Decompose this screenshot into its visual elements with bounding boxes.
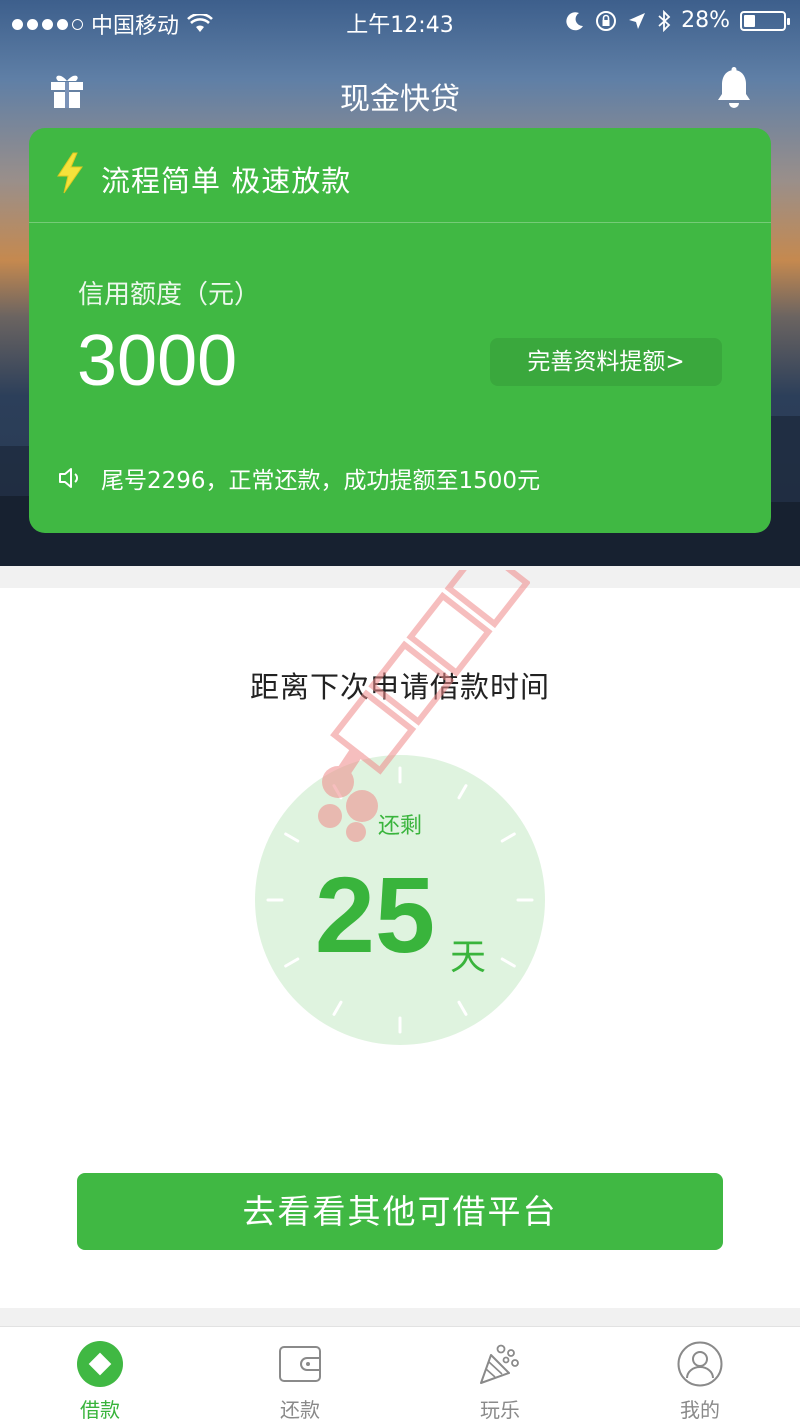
tabbar-divider: [0, 1308, 800, 1326]
tab-mine[interactable]: 我的: [600, 1327, 800, 1423]
lightning-icon: [57, 152, 83, 194]
nav-bar: 现金快贷: [0, 56, 800, 128]
rotation-lock-icon: [596, 10, 617, 31]
credit-limit-label: 信用额度（元）: [78, 280, 261, 310]
location-arrow-icon: [629, 12, 646, 29]
remaining-days-unit: 天: [450, 937, 487, 978]
status-right: 28%: [565, 8, 790, 33]
battery-level: [744, 14, 755, 27]
battery-percent: 28%: [681, 8, 730, 33]
tab-borrow[interactable]: 借款: [0, 1327, 200, 1423]
moon-icon: [566, 11, 584, 30]
tab-bar: 借款 还款 玩乐 我的: [0, 1326, 800, 1423]
status-bar: 中国移动 上午12:43 28%: [0, 0, 800, 40]
diamond-circle-icon: [77, 1341, 123, 1387]
battery-icon: [740, 10, 790, 31]
card-slogan: 流程简单 极速放款: [101, 164, 352, 198]
notice-bar: 尾号2296，正常还款，成功提额至1500元: [57, 461, 540, 495]
section-divider: [0, 566, 800, 588]
wallet-icon: [279, 1346, 321, 1382]
party-cone-icon: [480, 1344, 519, 1384]
raise-limit-button[interactable]: 完善资料提额>: [490, 338, 722, 386]
bell-icon[interactable]: [714, 66, 754, 110]
remaining-days: 25: [314, 854, 436, 975]
other-platforms-button[interactable]: 去看看其他可借平台: [77, 1173, 723, 1250]
speaker-icon: [59, 468, 78, 488]
user-icon: [677, 1341, 723, 1387]
tab-label: 借款: [80, 1398, 120, 1422]
card-header: 流程简单 极速放款: [29, 128, 771, 223]
notice-text: 尾号2296，正常还款，成功提额至1500元: [101, 468, 541, 494]
tab-repay[interactable]: 还款: [200, 1327, 400, 1423]
tab-label: 还款: [280, 1398, 320, 1422]
page-title: 现金快贷: [340, 82, 460, 117]
countdown-title: 距离下次申请借款时间: [249, 670, 550, 704]
remaining-label: 还剩: [377, 814, 422, 839]
tab-label: 我的: [680, 1398, 720, 1422]
credit-limit-amount: 3000: [77, 321, 238, 401]
bluetooth-icon: [658, 9, 671, 32]
credit-card-panel: 流程简单 极速放款 信用额度（元） 3000 完善资料提额> 尾号2296，正常…: [29, 128, 771, 533]
tab-label: 玩乐: [480, 1398, 520, 1422]
tab-fun[interactable]: 玩乐: [400, 1327, 600, 1423]
